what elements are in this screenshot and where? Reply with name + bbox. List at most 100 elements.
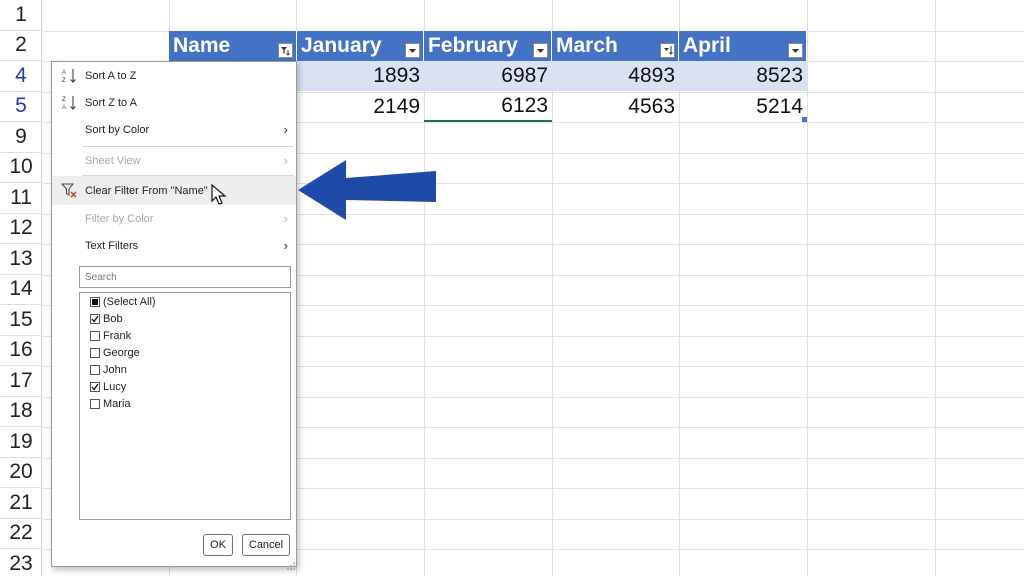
table-cell[interactable]: 4893 <box>552 61 679 91</box>
row-header[interactable]: 1 <box>0 0 42 31</box>
table-resize-handle[interactable] <box>802 117 807 122</box>
menu-clear-filter[interactable]: Clear Filter From "Name" <box>52 176 296 205</box>
list-item-label: John <box>103 364 127 376</box>
row-header[interactable]: 4 <box>0 61 42 92</box>
row-header[interactable]: 9 <box>0 122 42 153</box>
row-header[interactable]: 14 <box>0 275 42 305</box>
checkbox-unchecked[interactable] <box>90 348 100 358</box>
list-item-label: Maria <box>103 398 131 410</box>
filter-values-list[interactable]: (Select All) Bob Frank George John Lucy … <box>79 292 291 520</box>
chevron-right-icon: › <box>283 122 288 137</box>
list-item-label: Frank <box>103 330 132 342</box>
dropdown-arrow-icon <box>537 48 544 53</box>
dropdown-arrow-icon <box>409 48 416 53</box>
row-header[interactable]: 20 <box>0 458 42 488</box>
chevron-right-icon: › <box>283 153 288 168</box>
dropdown-arrow-icon <box>792 48 799 53</box>
table-cell[interactable]: 2149 <box>297 92 424 122</box>
selected-cell[interactable]: 6123 <box>424 92 552 122</box>
checkbox-unchecked[interactable] <box>90 331 100 341</box>
autofilter-dropdown: AZ Sort A to Z ZA Sort Z to A Sort by Co… <box>51 61 297 570</box>
sort-descending-icon <box>664 46 673 55</box>
menu-sort-z-to-a[interactable]: ZA Sort Z to A <box>52 89 296 116</box>
clear-filter-icon <box>60 182 79 200</box>
cancel-button[interactable]: Cancel <box>242 534 290 556</box>
resize-grip-icon[interactable] <box>287 557 295 570</box>
row-header[interactable]: 11 <box>0 183 42 214</box>
row-header[interactable]: 13 <box>0 244 42 275</box>
header-label: April <box>683 34 731 57</box>
checkbox-checked[interactable] <box>90 382 100 392</box>
list-item-john[interactable]: John <box>90 362 127 378</box>
menu-label: Sort by Color <box>85 123 150 136</box>
table-header-february[interactable]: February <box>424 31 552 61</box>
table-cell[interactable]: 6987 <box>424 61 552 91</box>
menu-label: Text Filters <box>85 239 139 252</box>
svg-text:A: A <box>62 105 66 111</box>
row-header-column: 1 2 4 5 9 10 11 12 13 14 15 16 17 18 19 … <box>0 0 42 576</box>
list-item-label: Bob <box>103 313 123 325</box>
header-label: Name <box>173 34 231 57</box>
header-label: February <box>428 34 518 57</box>
row-header[interactable]: 2 <box>0 31 42 61</box>
row-header[interactable]: 10 <box>0 153 42 183</box>
table-cell[interactable]: 5214 <box>679 92 807 122</box>
table-header-april[interactable]: April <box>679 31 807 61</box>
filter-dropdown-button[interactable] <box>533 43 548 58</box>
row-header[interactable]: 16 <box>0 336 42 366</box>
checkbox-unchecked[interactable] <box>90 365 100 375</box>
list-item-select-all[interactable]: (Select All) <box>90 294 156 310</box>
menu-sheet-view: Sheet View › <box>52 147 296 174</box>
mouse-cursor-icon <box>211 183 227 205</box>
list-item-george[interactable]: George <box>90 345 140 361</box>
menu-sort-by-color[interactable]: Sort by Color › <box>52 116 296 143</box>
list-item-maria[interactable]: Maria <box>90 396 131 412</box>
list-item-bob[interactable]: Bob <box>90 311 123 327</box>
row-header[interactable]: 19 <box>0 427 42 458</box>
table-header-january[interactable]: January <box>297 31 424 61</box>
table-cell[interactable]: 1893 <box>297 61 424 91</box>
sort-z-to-a-icon: ZA <box>61 94 79 112</box>
row-header[interactable]: 15 <box>0 305 42 336</box>
menu-label: Sort Z to A <box>85 96 137 109</box>
filter-applied-button[interactable] <box>278 43 293 58</box>
list-item-lucy[interactable]: Lucy <box>90 379 126 395</box>
checkmark-icon <box>91 383 99 391</box>
menu-filter-by-color: Filter by Color › <box>52 205 296 232</box>
row-header[interactable]: 12 <box>0 214 42 244</box>
row-header[interactable]: 23 <box>0 549 42 576</box>
svg-text:Z: Z <box>62 97 66 103</box>
sort-a-to-z-icon: AZ <box>61 67 79 85</box>
list-item-frank[interactable]: Frank <box>90 328 131 344</box>
header-label: March <box>556 34 618 57</box>
row-header[interactable]: 5 <box>0 92 42 122</box>
menu-label: Sort A to Z <box>85 69 137 82</box>
checkbox-checked[interactable] <box>90 314 100 324</box>
filter-search-input[interactable]: Search <box>79 266 291 288</box>
row-header[interactable]: 22 <box>0 519 42 549</box>
filter-dropdown-button[interactable] <box>788 43 803 58</box>
table-header-name[interactable]: Name <box>169 31 297 61</box>
menu-text-filters[interactable]: Text Filters › <box>52 232 296 259</box>
sort-indicator-button[interactable] <box>660 43 675 58</box>
checkbox-partial[interactable] <box>90 297 100 307</box>
row-header[interactable]: 17 <box>0 366 42 397</box>
table-cell[interactable]: 4563 <box>552 92 679 122</box>
table-header-march[interactable]: March <box>552 31 679 61</box>
gridline <box>935 0 936 576</box>
filter-applied-icon <box>281 47 290 56</box>
filter-dropdown-button[interactable] <box>405 43 420 58</box>
row-header[interactable]: 21 <box>0 488 42 519</box>
list-item-label: (Select All) <box>103 296 156 308</box>
menu-sort-a-to-z[interactable]: AZ Sort A to Z <box>52 62 296 89</box>
menu-label: Sheet View <box>85 154 141 167</box>
checkbox-unchecked[interactable] <box>90 399 100 409</box>
ok-button[interactable]: OK <box>203 534 233 556</box>
menu-label: Filter by Color <box>85 212 154 225</box>
table-cell[interactable]: 8523 <box>679 61 807 91</box>
menu-label: Clear Filter From "Name" <box>85 184 208 197</box>
header-label: January <box>301 34 382 57</box>
row-header[interactable]: 18 <box>0 397 42 427</box>
svg-text:Z: Z <box>62 78 66 84</box>
chevron-right-icon: › <box>283 211 288 226</box>
